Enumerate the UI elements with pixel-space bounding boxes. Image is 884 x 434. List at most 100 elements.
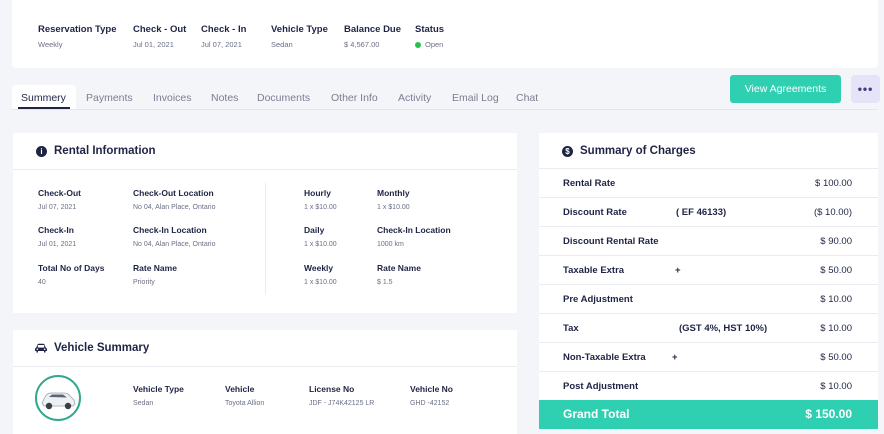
charge-amount: $ 10.00 [820,294,852,305]
dollar-icon: $ [562,145,573,157]
charge-row-tax: Tax (GST 4%, HST 10%) $ 10.00 [539,313,878,342]
vehicle-type-value: Sedan [271,40,293,49]
check-in-location-right-value: 1000 km [377,241,404,248]
charge-label: Taxable Extra [563,265,625,276]
tab-chat[interactable]: Chat [516,92,538,104]
charge-label: Discount Rate [563,207,627,218]
rate-name-right-cell: Rate Name $ 1.5 [377,263,421,286]
charge-row-rental-rate: Rental Rate $ 100.00 [539,168,878,197]
vehicle-avatar [35,375,81,421]
charge-amount: $ 10.00 [820,323,852,334]
tab-notes[interactable]: Notes [211,92,238,104]
total-days-label: Total No of Days [38,263,105,273]
tab-other-info[interactable]: Other Info [331,92,378,104]
tab-payments[interactable]: Payments [86,92,133,104]
check-in-location-cell: Check-In Location No 04, Alan Place, Ont… [133,225,216,248]
status-dot-icon [415,41,421,48]
reservation-type-value: Weekly [38,40,63,49]
rental-information-title: i Rental Information [36,145,156,157]
check-in-label: Check - In [201,24,247,35]
vehicle-summary-title: Vehicle Summary [34,342,149,354]
check-in-value: Jul 01, 2021 [38,241,77,248]
monthly-label: Monthly [377,188,410,198]
vehicle-summary-card: Vehicle Summary Vehicle Type Sedan Vehic… [13,330,517,434]
check-out-label: Check-Out [38,188,81,198]
charge-amount: $ 10.00 [820,381,852,392]
balance-due-field: Balance Due $ 4,567.00 [344,24,401,49]
daily-cell: Daily 1 x $10.00 [304,225,337,248]
charge-row-pre-adjustment: Pre Adjustment $ 10.00 [539,284,878,313]
check-in-cell: Check-In Jul 01, 2021 [38,225,76,248]
check-out-location-label: Check-Out Location [133,188,214,198]
charge-row-discount-rate: Discount Rate ( EF 46133) ($ 10.00) [539,197,878,226]
tab-documents[interactable]: Documents [257,92,310,104]
charge-row-post-adjustment: Post Adjustment $ 10.00 [539,371,878,400]
summary-of-charges-title: $ Summary of Charges [562,145,696,157]
weekly-cell: Weekly 1 x $10.00 [304,263,337,286]
tab-activity[interactable]: Activity [398,92,431,104]
car-image-icon [41,392,76,410]
charge-label: Pre Adjustment [563,294,633,305]
tab-invoices[interactable]: Invoices [153,92,192,104]
check-out-field: Check - Out Jul 01, 2021 [133,24,186,49]
rate-name-cell: Rate Name Priority [133,263,177,286]
check-out-cell: Check-Out Jul 07, 2021 [38,188,81,211]
more-dots-icon: ••• [857,82,874,96]
check-in-location-value: No 04, Alan Place, Ontario [133,241,216,248]
monthly-cell: Monthly 1 x $10.00 [377,188,410,211]
reservation-type-label: Reservation Type [38,24,117,35]
check-out-location-value: No 04, Alan Place, Ontario [133,204,216,211]
charge-amount: ($ 10.00) [813,207,852,218]
vehicle-no-value: GHD -42152 [410,400,450,407]
vehicle-type-label: Vehicle Type [133,384,184,394]
vehicle-type-cell: Vehicle Type Sedan [133,384,184,407]
vehicle-no-cell: Vehicle No GHD -42152 [410,384,453,407]
vehicle-label: Vehicle [225,384,255,394]
active-tab-indicator [18,107,70,109]
charge-label: Discount Rental Rate [563,236,659,247]
check-in-location-right-label: Check-In Location [377,225,451,235]
balance-due-label: Balance Due [344,24,402,35]
license-no-value: JDF - J74K42125 LR [309,400,375,407]
balance-due-value: $ 4,567.00 [344,40,380,49]
status-badge: Open [415,40,444,49]
tab-summery[interactable]: Summery [21,92,66,104]
view-agreements-button[interactable]: View Agreements [730,75,841,103]
check-out-label: Check - Out [133,24,187,35]
tabs-divider [12,109,878,110]
license-no-cell: License No JDF - J74K42125 LR [309,384,374,407]
vehicle-cell: Vehicle Toyota Allion [225,384,264,407]
charge-row-discount-rental-rate: Discount Rental Rate $ 90.00 [539,226,878,255]
charge-detail: (GST 4%, HST 10%) [679,323,768,334]
card-divider [13,366,517,367]
total-days-value: 40 [38,279,46,286]
vehicle-summary-heading: Vehicle Summary [54,342,150,354]
monthly-value: 1 x $10.00 [377,204,410,211]
rate-name-value: Priority [133,279,155,286]
charge-amount: $ 50.00 [820,265,852,276]
charge-detail: ( EF 46133) [676,207,727,218]
check-in-label: Check-In [38,225,74,235]
check-out-value: Jul 07, 2021 [38,204,77,211]
card-divider [13,169,517,170]
tab-email-log[interactable]: Email Log [452,92,499,104]
summary-of-charges-heading: Summary of Charges [580,145,696,157]
column-separator [265,183,266,295]
check-in-value: Jul 07, 2021 [201,40,242,49]
info-icon: i [36,145,47,157]
rental-information-heading: Rental Information [54,145,156,157]
license-no-label: License No [309,384,355,394]
car-icon [35,343,47,353]
status-label: Status [415,24,445,35]
reservation-type-field: Reservation Type Weekly [38,24,117,49]
charge-label: Non-Taxable Extra [563,352,646,363]
status-field: Status Open [415,24,444,49]
grand-total-row: Grand Total $ 150.00 [539,400,878,429]
rate-name-label: Rate Name [133,263,177,273]
hourly-value: 1 x $10.00 [304,204,337,211]
grand-total-label: Grand Total [563,407,630,421]
grand-total-amount: $ 150.00 [805,407,852,421]
charge-amount: $ 50.00 [820,352,852,363]
total-days-cell: Total No of Days 40 [38,263,104,286]
more-options-button[interactable]: ••• [851,75,880,103]
